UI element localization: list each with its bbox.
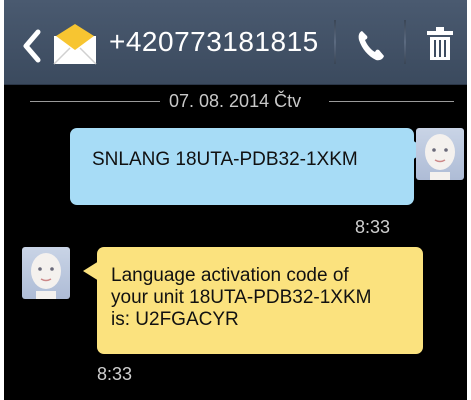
contact-avatar[interactable]: [22, 247, 70, 299]
bubble-tail: [83, 261, 99, 281]
contact-phone-number: +420773181815: [109, 26, 319, 57]
message-text: SNLANG 18UTA-PDB32-1XKM: [92, 149, 358, 170]
phone-icon: [358, 31, 384, 61]
call-button[interactable]: [356, 28, 386, 62]
incoming-message-bubble[interactable]: Language activation code of your unit 18…: [83, 247, 423, 354]
back-button[interactable]: [18, 26, 48, 66]
message-time: 8:33: [355, 217, 391, 237]
divider-line: [30, 101, 160, 102]
divider: [404, 20, 406, 64]
message-time: 8:33: [97, 364, 133, 384]
message-text: Language activation code of your unit 18…: [111, 265, 372, 330]
divider: [334, 20, 336, 64]
my-avatar: [416, 128, 464, 180]
person-avatar-icon: [31, 253, 61, 299]
chevron-left-icon: [23, 29, 41, 63]
envelope-icon: [52, 22, 98, 66]
outgoing-message-bubble[interactable]: SNLANG 18UTA-PDB32-1XKM: [70, 128, 428, 205]
conversation-header: +420773181815: [4, 0, 467, 85]
messaging-screen: +420773181815 07. 08. 2014 Čtv SNLANG 18…: [4, 0, 467, 400]
date-separator: 07. 08. 2014 Čtv: [4, 88, 467, 114]
divider-line: [329, 101, 454, 102]
conversation-date: 07. 08. 2014 Čtv: [169, 91, 302, 111]
trash-icon: [427, 27, 453, 60]
delete-button[interactable]: [424, 26, 456, 62]
person-avatar-icon: [425, 134, 455, 180]
